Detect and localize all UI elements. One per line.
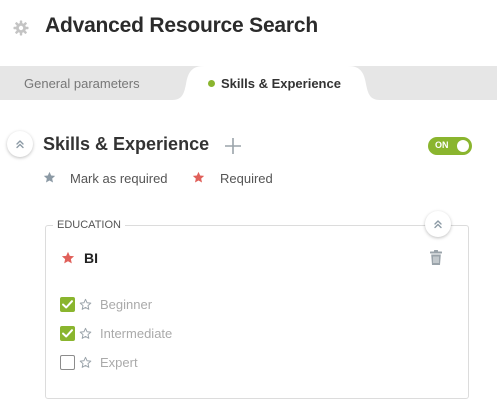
double-chevron-up-icon (16, 140, 24, 149)
collapse-section-button[interactable] (7, 131, 33, 157)
skill-name: BI (84, 250, 98, 266)
gear-icon[interactable] (13, 20, 29, 36)
double-chevron-up-icon (434, 220, 442, 229)
section-title: Skills & Experience (43, 134, 210, 154)
level-expert: Expert (60, 355, 260, 371)
star-outline-icon[interactable] (79, 298, 92, 311)
level-label: Expert (100, 355, 138, 370)
expert-checkbox[interactable] (60, 355, 75, 370)
optional-star-icon (43, 171, 56, 184)
level-label: Intermediate (100, 326, 173, 341)
star-outline-icon[interactable] (79, 356, 92, 369)
toggle-label: ON (435, 140, 449, 150)
level-label: Beginner (100, 297, 153, 312)
check-icon (62, 300, 73, 309)
level-beginner: Beginner (60, 297, 260, 313)
trash-icon[interactable] (430, 250, 442, 265)
tab-skills-label: Skills & Experience (221, 76, 341, 91)
active-tab-indicator (208, 80, 215, 87)
page-title: Advanced Resource Search (45, 14, 318, 37)
section-toggle[interactable]: ON (428, 137, 472, 155)
intermediate-checkbox[interactable] (60, 326, 75, 341)
level-intermediate: Intermediate (60, 326, 260, 342)
collapse-education-button[interactable] (425, 211, 451, 237)
star-outline-icon[interactable] (79, 327, 92, 340)
beginner-checkbox[interactable] (60, 297, 75, 312)
add-skill-icon[interactable] (224, 137, 242, 155)
check-icon (62, 329, 73, 338)
page-header: Advanced Resource Search (0, 0, 497, 66)
toggle-knob (457, 140, 469, 152)
tab-bar: General parameters Skills & Experience (0, 66, 497, 100)
tab-skills-experience[interactable]: Skills & Experience (172, 66, 380, 100)
legend-required: Required (220, 171, 273, 186)
required-star-icon (192, 171, 205, 184)
tab-general-parameters[interactable]: General parameters (24, 76, 140, 91)
legend-mark-required: Mark as required (70, 171, 168, 186)
education-label: EDUCATION (53, 219, 125, 231)
required-star-icon[interactable] (61, 251, 75, 265)
